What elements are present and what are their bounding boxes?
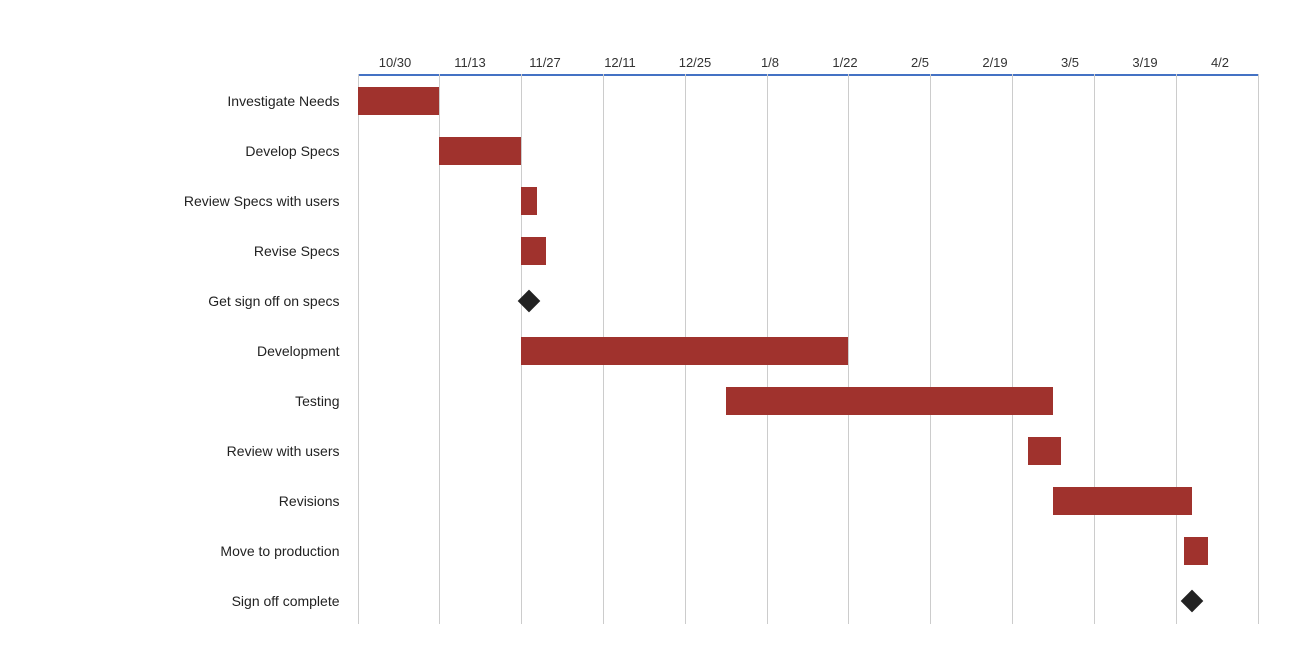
task-bar-area-8 [358,476,1258,526]
date-label-2: 11/27 [508,55,583,74]
task-bar-7 [1028,437,1061,465]
task-bar-1 [439,137,521,165]
date-label-0: 10/30 [358,55,433,74]
task-label-2: Review Specs with users [38,193,358,209]
task-bar-6 [726,387,1053,415]
task-row-1: Develop Specs [38,126,1258,176]
tasks-area: Investigate Needs Develop Specs Review Spe… [38,76,1258,624]
task-bar-area-0 [358,76,1258,126]
date-label-1: 11/13 [433,55,508,74]
date-label-8: 2/19 [958,55,1033,74]
task-row-9: Move to production [38,526,1258,576]
task-row-0: Investigate Needs [38,76,1258,126]
date-label-3: 12/11 [583,55,658,74]
task-label-0: Investigate Needs [38,93,358,109]
chart-container: 10/3011/1311/2712/1112/251/81/222/52/193… [18,14,1298,654]
task-row-7: Review with users [38,426,1258,476]
task-bar-area-1 [358,126,1258,176]
task-bar-area-4 [358,276,1258,326]
task-bar-area-2 [358,176,1258,226]
date-label-10: 3/19 [1108,55,1183,74]
task-bar-area-3 [358,226,1258,276]
task-bar-area-5 [358,326,1258,376]
task-bar-5 [521,337,848,365]
task-row-6: Testing [38,376,1258,426]
task-bar-2 [521,187,537,215]
chart-inner: 10/3011/1311/2712/1112/251/81/222/52/193… [38,34,1278,634]
date-header: 10/3011/1311/2712/1112/251/81/222/52/193… [358,34,1258,74]
task-row-2: Review Specs with users [38,176,1258,226]
task-row-5: Development [38,326,1258,376]
task-diamond-10 [1181,590,1204,613]
task-label-3: Revise Specs [38,243,358,259]
task-bar-3 [521,237,546,265]
grid-line-11 [1258,74,1259,624]
task-label-4: Get sign off on specs [38,293,358,309]
task-row-8: Revisions [38,476,1258,526]
task-bar-8 [1053,487,1192,515]
date-label-4: 12/25 [658,55,733,74]
date-label-5: 1/8 [733,55,808,74]
date-label-9: 3/5 [1033,55,1108,74]
task-label-9: Move to production [38,543,358,559]
date-label-7: 2/5 [883,55,958,74]
date-label-6: 1/22 [808,55,883,74]
date-label-11: 4/2 [1183,55,1258,74]
task-row-10: Sign off complete [38,576,1258,626]
task-label-8: Revisions [38,493,358,509]
task-bar-0 [358,87,440,115]
task-bar-area-7 [358,426,1258,476]
task-bar-area-9 [358,526,1258,576]
task-row-3: Revise Specs [38,226,1258,276]
task-row-4: Get sign off on specs [38,276,1258,326]
task-label-6: Testing [38,393,358,409]
task-label-1: Develop Specs [38,143,358,159]
task-label-5: Development [38,343,358,359]
task-bar-9 [1184,537,1209,565]
task-bar-area-6 [358,376,1258,426]
task-label-10: Sign off complete [38,593,358,609]
task-label-7: Review with users [38,443,358,459]
task-bar-area-10 [358,576,1258,626]
task-diamond-4 [518,290,541,313]
